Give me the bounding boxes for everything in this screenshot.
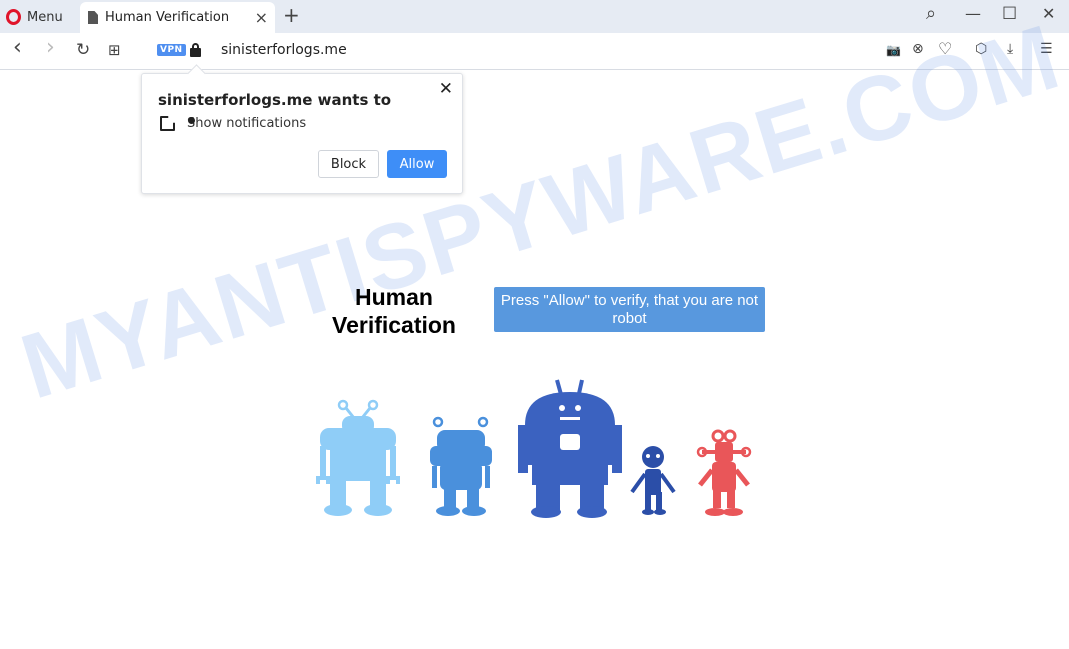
url-field[interactable]: sinisterforlogs.me <box>221 42 347 58</box>
adblock-shield-icon[interactable]: ⊗ <box>912 41 924 57</box>
lock-icon[interactable] <box>190 43 201 57</box>
robot-light-blue <box>316 399 400 516</box>
robot-big-blue <box>518 379 622 518</box>
vpn-badge[interactable]: VPN <box>157 44 186 56</box>
cube-icon[interactable]: ⬡ <box>975 41 987 57</box>
download-icon[interactable]: ⤓ <box>1007 41 1013 57</box>
robots-illustration <box>316 379 752 518</box>
easy-setup-icon[interactable]: ☰ <box>1040 41 1053 57</box>
robot-medium-blue <box>430 416 492 516</box>
popup-title: sinisterforlogs.me wants to <box>158 91 392 109</box>
forward-button[interactable]: › <box>46 35 55 60</box>
notification-dot-icon <box>188 117 195 124</box>
document-icon <box>88 11 98 24</box>
notification-icon <box>160 116 175 131</box>
permission-row: Show notifications <box>160 116 306 131</box>
permission-label: Show notifications <box>187 116 307 131</box>
tab-human-verification[interactable]: Human Verification × <box>80 2 275 33</box>
verify-prompt: Press "Allow" to verify, that you are no… <box>494 287 765 332</box>
search-tabs-icon[interactable]: ⌕ <box>926 3 936 24</box>
robot-small-dark-blue <box>630 446 676 515</box>
opera-logo-icon <box>6 9 21 25</box>
close-tab-icon[interactable]: × <box>255 8 268 27</box>
address-bar: ‹ › ↻ ⊞ VPN sinisterforlogs.me 📷 ⊗ ♡ ⬡ ⤓… <box>0 33 1069 70</box>
close-icon[interactable]: ✕ <box>439 79 453 99</box>
camera-icon[interactable]: 📷 <box>886 43 901 57</box>
tab-bar: Menu Human Verification × + ⌕ — ☐ ✕ <box>0 0 1069 33</box>
tab-title: Human Verification <box>105 10 230 25</box>
new-tab-button[interactable]: + <box>283 3 300 27</box>
close-window-button[interactable]: ✕ <box>1042 4 1055 23</box>
robot-red <box>696 429 752 516</box>
menu-label: Menu <box>27 9 63 25</box>
back-button[interactable]: ‹ <box>13 35 22 60</box>
opera-menu-button[interactable]: Menu <box>6 6 63 28</box>
maximize-button[interactable]: ☐ <box>1002 4 1017 24</box>
page-heading: Human Verification <box>332 284 456 338</box>
notification-permission-popup: sinisterforlogs.me wants to ✕ Show notif… <box>141 73 463 194</box>
reload-button[interactable]: ↻ <box>76 40 90 60</box>
speed-dial-icon[interactable]: ⊞ <box>108 41 121 59</box>
block-button[interactable]: Block <box>318 150 379 178</box>
minimize-button[interactable]: — <box>965 4 981 23</box>
allow-button[interactable]: Allow <box>387 150 447 178</box>
heart-icon[interactable]: ♡ <box>938 39 952 58</box>
